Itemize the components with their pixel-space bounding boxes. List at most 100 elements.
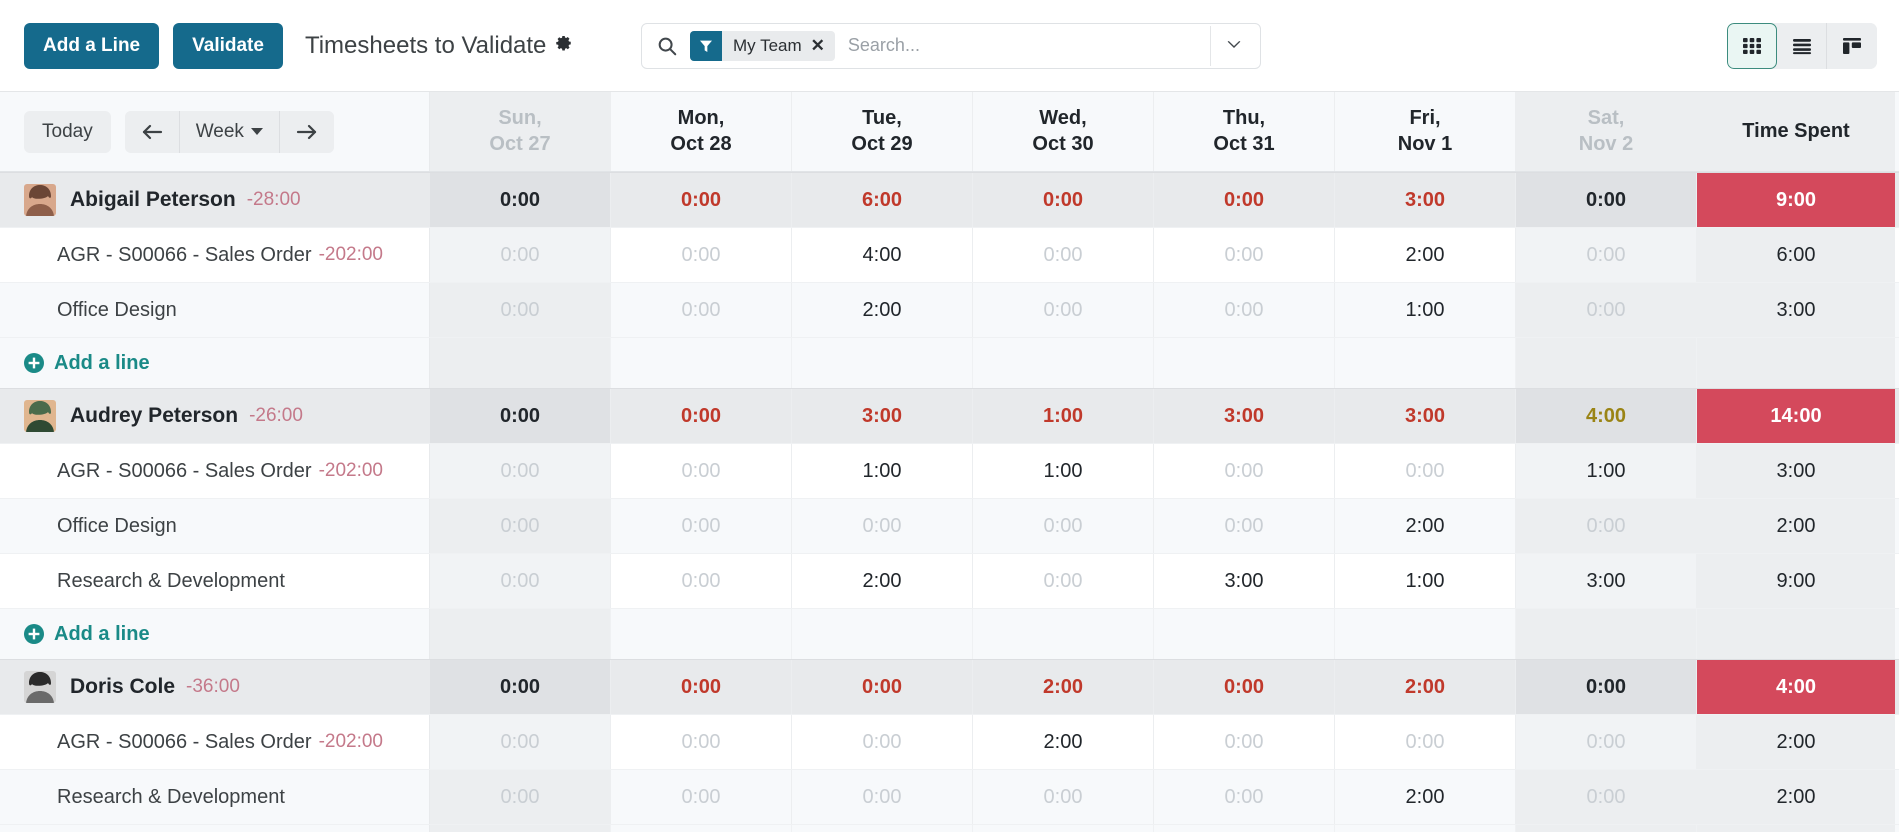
- chevron-down-icon[interactable]: [1210, 25, 1256, 66]
- add-line-spacer-total: [1697, 825, 1895, 832]
- time-cell[interactable]: 0:00: [973, 228, 1154, 282]
- time-cell[interactable]: 1:00: [1516, 444, 1697, 498]
- time-cell[interactable]: 0:00: [611, 770, 792, 824]
- time-cell[interactable]: 0:00: [792, 499, 973, 553]
- time-cell[interactable]: 4:00: [792, 228, 973, 282]
- time-cell[interactable]: 1:00: [973, 389, 1154, 443]
- time-cell[interactable]: 0:00: [1154, 499, 1335, 553]
- search-input[interactable]: [834, 35, 1210, 56]
- time-cell[interactable]: 0:00: [792, 660, 973, 714]
- time-cell[interactable]: 1:00: [792, 444, 973, 498]
- time-cell[interactable]: 0:00: [1154, 228, 1335, 282]
- time-cell[interactable]: 6:00: [792, 173, 973, 227]
- today-button[interactable]: Today: [24, 110, 111, 153]
- time-cell[interactable]: 0:00: [611, 283, 792, 337]
- add-a-line-button[interactable]: Add a Line: [24, 22, 160, 69]
- time-cell[interactable]: 0:00: [430, 444, 611, 498]
- column-header-dow: Mon,: [677, 106, 725, 129]
- time-cell[interactable]: 0:00: [611, 389, 792, 443]
- time-cell[interactable]: 3:00: [1154, 554, 1335, 608]
- time-cell[interactable]: 0:00: [1154, 770, 1335, 824]
- task-cell[interactable]: AGR - S00066 - Sales Order -202:00: [0, 228, 430, 282]
- task-cell[interactable]: AGR - S00066 - Sales Order -202:00: [0, 715, 430, 769]
- time-cell[interactable]: 0:00: [1516, 715, 1697, 769]
- kanban-view-icon[interactable]: [1827, 22, 1877, 69]
- time-cell[interactable]: 0:00: [973, 283, 1154, 337]
- time-cell[interactable]: 0:00: [1154, 283, 1335, 337]
- time-cell[interactable]: 2:00: [1335, 228, 1516, 282]
- time-cell[interactable]: 3:00: [1154, 389, 1335, 443]
- time-cell[interactable]: 1:00: [1335, 283, 1516, 337]
- time-cell[interactable]: 0:00: [430, 715, 611, 769]
- add-line-spacer-cell: [430, 338, 611, 388]
- gear-icon[interactable]: [555, 34, 573, 57]
- time-cell[interactable]: 0:00: [430, 283, 611, 337]
- time-cell[interactable]: 0:00: [1335, 444, 1516, 498]
- add-line-button[interactable]: Add a line: [24, 623, 150, 646]
- time-cell[interactable]: 0:00: [430, 389, 611, 443]
- time-cell[interactable]: 0:00: [430, 770, 611, 824]
- time-cell[interactable]: 0:00: [430, 499, 611, 553]
- time-cell[interactable]: 4:00: [1516, 389, 1697, 443]
- time-cell[interactable]: 0:00: [1335, 715, 1516, 769]
- time-cell[interactable]: 0:00: [1516, 499, 1697, 553]
- time-cell[interactable]: 0:00: [611, 228, 792, 282]
- previous-period-button[interactable]: [124, 110, 180, 153]
- time-cell[interactable]: 0:00: [973, 173, 1154, 227]
- time-cell[interactable]: 0:00: [611, 499, 792, 553]
- time-cell[interactable]: 0:00: [1154, 660, 1335, 714]
- time-cell[interactable]: 1:00: [973, 444, 1154, 498]
- time-cell[interactable]: 0:00: [1154, 173, 1335, 227]
- grid-view-icon[interactable]: [1727, 22, 1777, 69]
- add-line-button[interactable]: Add a line: [24, 352, 150, 375]
- time-cell[interactable]: 0:00: [430, 660, 611, 714]
- time-cell[interactable]: 0:00: [973, 499, 1154, 553]
- time-cell[interactable]: 3:00: [1335, 173, 1516, 227]
- time-cell[interactable]: 0:00: [1154, 715, 1335, 769]
- time-cell[interactable]: 0:00: [1516, 660, 1697, 714]
- task-cell[interactable]: Office Design: [0, 283, 430, 337]
- time-cell[interactable]: 0:00: [611, 444, 792, 498]
- time-cell[interactable]: 0:00: [973, 770, 1154, 824]
- task-cell[interactable]: Office Design: [0, 499, 430, 553]
- time-cell[interactable]: 2:00: [1335, 499, 1516, 553]
- time-cell[interactable]: 2:00: [792, 554, 973, 608]
- time-cell[interactable]: 2:00: [973, 660, 1154, 714]
- time-cell[interactable]: 0:00: [792, 770, 973, 824]
- list-view-icon[interactable]: [1777, 22, 1827, 69]
- time-cell[interactable]: 2:00: [973, 715, 1154, 769]
- period-scale-dropdown[interactable]: Week: [179, 110, 280, 153]
- time-cell[interactable]: 3:00: [1335, 389, 1516, 443]
- time-cell[interactable]: 1:00: [1335, 554, 1516, 608]
- next-period-button[interactable]: [279, 110, 334, 153]
- time-cell[interactable]: 0:00: [1516, 283, 1697, 337]
- time-cell[interactable]: 2:00: [1335, 770, 1516, 824]
- time-cell[interactable]: 0:00: [611, 660, 792, 714]
- validate-button[interactable]: Validate: [173, 22, 283, 69]
- time-cell[interactable]: 0:00: [430, 228, 611, 282]
- add-line-spacer-cell: [973, 609, 1154, 659]
- time-cell[interactable]: 2:00: [792, 283, 973, 337]
- employee-total: 4:00: [1697, 660, 1895, 714]
- time-cell[interactable]: 0:00: [611, 554, 792, 608]
- time-cell[interactable]: 0:00: [430, 173, 611, 227]
- time-cell[interactable]: 3:00: [1516, 554, 1697, 608]
- time-cell[interactable]: 2:00: [1335, 660, 1516, 714]
- time-cell[interactable]: 3:00: [792, 389, 973, 443]
- task-cell[interactable]: AGR - S00066 - Sales Order -202:00: [0, 444, 430, 498]
- time-cell[interactable]: 0:00: [1516, 173, 1697, 227]
- time-cell[interactable]: 0:00: [1516, 228, 1697, 282]
- time-cell[interactable]: 0:00: [1516, 770, 1697, 824]
- task-cell[interactable]: Research & Development: [0, 770, 430, 824]
- task-cell[interactable]: Research & Development: [0, 554, 430, 608]
- time-cell[interactable]: 0:00: [792, 715, 973, 769]
- time-cell[interactable]: 0:00: [1154, 444, 1335, 498]
- time-cell[interactable]: 0:00: [611, 173, 792, 227]
- search-bar[interactable]: My Team ✕: [641, 22, 1261, 69]
- search-facet-my-team[interactable]: My Team ✕: [690, 30, 835, 61]
- time-cell[interactable]: 0:00: [611, 715, 792, 769]
- time-cell[interactable]: 0:00: [973, 554, 1154, 608]
- time-cell[interactable]: 0:00: [430, 554, 611, 608]
- plus-circle-icon: [24, 353, 44, 373]
- close-icon[interactable]: ✕: [811, 37, 835, 54]
